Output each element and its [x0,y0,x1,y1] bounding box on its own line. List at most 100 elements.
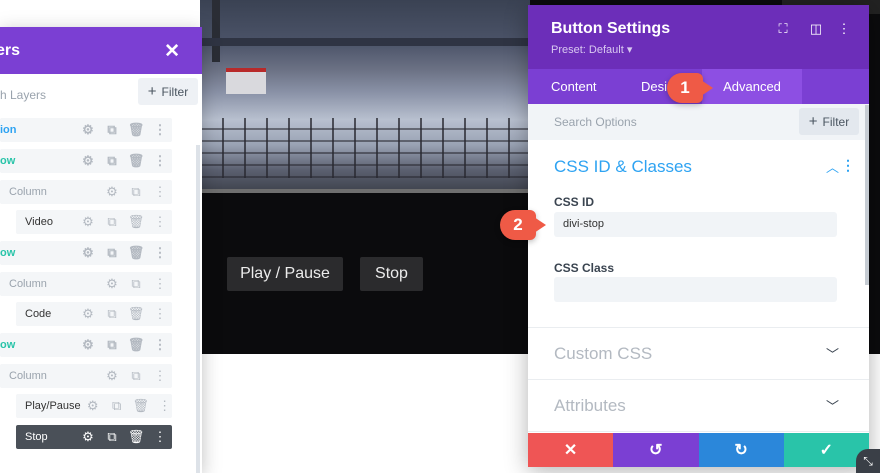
trash-icon[interactable]: 🗑 [124,245,148,261]
layer-row[interactable]: Code ⚙ ⧉ 🗑 ⋮ [16,302,172,326]
more-icon[interactable]: ⋮ [153,398,177,414]
layer-label: Column [9,370,47,382]
layers-search-placeholder: h Layers [0,88,47,102]
duplicate-icon[interactable]: ⧉ [124,368,148,384]
redo-button[interactable]: ↻ [698,433,784,467]
settings-scrollbar[interactable] [865,105,869,285]
more-icon[interactable]: ⋮ [148,184,172,200]
gear-icon[interactable]: ⚙ [76,429,100,445]
layers-search[interactable]: h Layers + Filter [0,78,202,114]
more-icon[interactable]: ⋮ [148,368,172,384]
layer-row[interactable]: ion ⚙ ⧉ 🗑 ⋮ [0,118,172,142]
duplicate-icon[interactable]: ⧉ [124,276,148,292]
more-icon[interactable]: ⋮ [836,21,852,37]
gear-icon[interactable]: ⚙ [81,398,105,414]
layer-row[interactable]: Play/Pause ⚙ ⧉ 🗑 ⋮ [16,394,172,418]
css-class-input[interactable] [554,277,837,302]
duplicate-icon[interactable]: ⧉ [100,245,124,261]
filter-label: Filter [161,84,189,99]
preset-selector[interactable]: Preset: Default ▾ [551,43,632,56]
video-frame[interactable] [200,0,530,193]
options-search[interactable]: Search Options + Filter [528,104,869,140]
duplicate-icon[interactable]: ⧉ [100,153,124,169]
fullscreen-icon[interactable]: ⛶ [775,21,791,37]
chevron-up-icon[interactable]: ︿ [826,157,839,176]
more-icon[interactable]: ⋮ [148,276,172,292]
gear-icon[interactable]: ⚙ [100,276,124,292]
trash-icon[interactable]: 🗑 [129,398,153,414]
layer-label: Play/Pause [25,400,81,412]
more-icon[interactable]: ⋮ [148,245,172,261]
layers-header: ers ✕ [0,27,202,74]
duplicate-icon[interactable]: ⧉ [124,184,148,200]
resize-icon[interactable]: ⤡ [856,449,880,473]
more-icon[interactable]: ⋮ [148,153,172,169]
layer-label: Column [9,186,47,198]
trash-icon[interactable]: 🗑 [124,153,148,169]
step-badge-1: 1 [667,73,713,103]
more-icon[interactable]: ⋮ [148,122,172,138]
layer-row[interactable]: Column ⚙ ⧉ ⋮ [0,364,172,388]
chevron-down-icon[interactable]: ﹀ [826,344,839,363]
gear-icon[interactable]: ⚙ [76,122,100,138]
attributes-section[interactable]: Attributes ﹀ [528,380,869,432]
gear-icon[interactable]: ⚙ [76,245,100,261]
cancel-button[interactable]: ✕ [528,433,614,467]
close-icon[interactable]: ✕ [164,40,180,63]
trash-icon[interactable]: 🗑 [124,122,148,138]
duplicate-icon[interactable]: ⧉ [100,337,124,353]
custom-css-section[interactable]: Custom CSS ﹀ [528,328,869,380]
css-id-input[interactable]: divi-stop [554,212,837,237]
more-icon[interactable]: ⋮ [148,337,172,353]
trash-icon[interactable]: 🗑 [124,337,148,353]
more-icon[interactable]: ⋮ [148,214,172,230]
gear-icon[interactable]: ⚙ [100,184,124,200]
gear-icon[interactable]: ⚙ [76,337,100,353]
section-title[interactable]: CSS ID & Classes [554,157,692,177]
duplicate-icon[interactable]: ⧉ [100,429,124,445]
more-icon[interactable]: ⋮ [148,306,172,322]
layer-row[interactable]: ow ⚙ ⧉ 🗑 ⋮ [0,241,172,265]
filter-label: Filter [822,114,850,129]
tab-design[interactable]: Desi [641,69,667,104]
duplicate-icon[interactable]: ⧉ [100,214,124,230]
layer-row[interactable]: ow ⚙ ⧉ 🗑 ⋮ [0,149,172,173]
tab-content[interactable]: Content [551,69,597,104]
duplicate-icon[interactable]: ⧉ [100,306,124,322]
gear-icon[interactable]: ⚙ [76,214,100,230]
css-class-label: CSS Class [554,261,615,275]
layer-label: Code [25,308,52,320]
gear-icon[interactable]: ⚙ [100,368,124,384]
step-badge-2: 2 [500,210,546,240]
layer-row[interactable]: Column ⚙ ⧉ ⋮ [0,272,172,296]
chevron-down-icon[interactable]: ﹀ [826,396,839,415]
duplicate-icon[interactable]: ⧉ [105,398,129,414]
css-id-classes-section: CSS ID & Classes ︿ ⋮ CSS ID divi-stop CS… [528,140,869,328]
layers-filter-button[interactable]: + Filter [138,78,198,105]
gear-icon[interactable]: ⚙ [76,306,100,322]
trash-icon[interactable]: 🗑 [124,306,148,322]
layer-row[interactable]: Column ⚙ ⧉ ⋮ [0,180,172,204]
settings-title: Button Settings [551,20,671,37]
gear-icon[interactable]: ⚙ [76,153,100,169]
options-filter-button[interactable]: + Filter [799,108,859,135]
trash-icon[interactable]: 🗑 [124,214,148,230]
more-icon[interactable]: ⋮ [148,429,172,445]
undo-button[interactable]: ↺ [613,433,699,467]
tower-shape [212,0,220,62]
layers-scrollbar[interactable] [196,145,200,473]
stop-button[interactable]: Stop [360,257,423,291]
settings-header[interactable]: Button Settings Preset: Default ▾ ⛶ ◫ ⋮ [528,5,869,69]
plus-icon: + [808,113,818,130]
split-view-icon[interactable]: ◫ [808,21,824,37]
page: Play / Pause Stop ers ✕ h Layers + Filte… [0,0,880,473]
more-icon[interactable]: ⋮ [841,157,855,174]
layer-row-active[interactable]: Stop ⚙ ⧉ 🗑 ⋮ [16,425,172,449]
trash-icon[interactable]: 🗑 [124,429,148,445]
tab-advanced[interactable]: Advanced [702,69,802,104]
plus-icon: + [147,83,157,100]
play-pause-button[interactable]: Play / Pause [227,257,343,291]
layer-row[interactable]: Video ⚙ ⧉ 🗑 ⋮ [16,210,172,234]
duplicate-icon[interactable]: ⧉ [100,122,124,138]
layer-row[interactable]: ow ⚙ ⧉ 🗑 ⋮ [0,333,172,357]
